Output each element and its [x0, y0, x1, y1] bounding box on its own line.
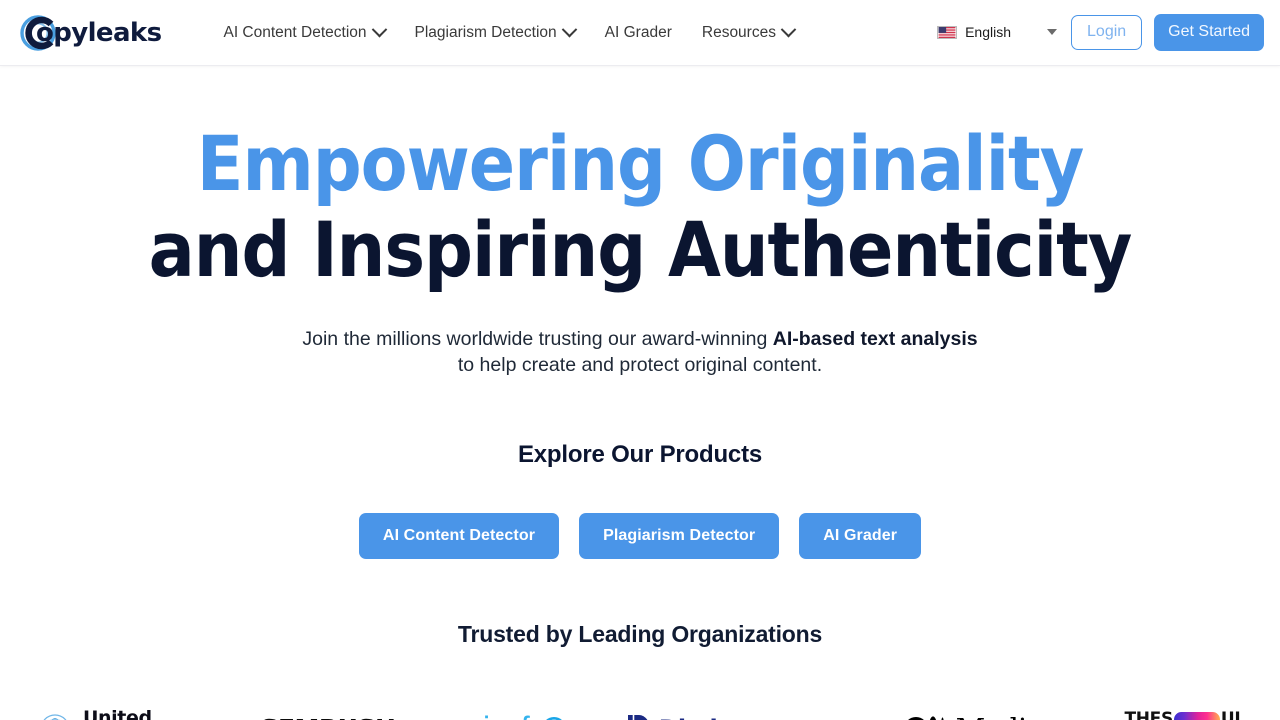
medium-mark-icon: [907, 716, 944, 720]
thesoul-publishing-logo: THES UL PUBLISHING: [1124, 700, 1245, 720]
thesoul-wordmark: THES UL PUBLISHING: [1124, 709, 1245, 720]
unicef-wordmark: unicef: [449, 710, 529, 720]
un-line-1: United: [83, 707, 152, 720]
united-nations-wordmark: United Nations: [83, 709, 162, 720]
medium-wordmark: Medium: [956, 712, 1072, 720]
dictionary-com-logo: Dictionary.com: [625, 700, 850, 720]
ai-content-detector-button[interactable]: AI Content Detector: [358, 512, 560, 559]
semrush-wordmark: SEMRUSH: [260, 714, 395, 720]
united-nations-logo: United Nations: [35, 700, 162, 720]
nav-label: AI Content Detection: [223, 23, 367, 41]
semrush-comet-icon: [235, 719, 242, 720]
page-title: Empowering Originality and Inspiring Aut…: [0, 126, 1280, 288]
explore-products-heading: Explore Our Products: [517, 440, 763, 468]
language-label: English: [965, 24, 1012, 41]
united-nations-emblem-icon: [43, 714, 67, 720]
chevron-down-icon: [780, 21, 797, 38]
nav-label: Resources: [701, 23, 776, 41]
medium-logo: Medium: [904, 700, 1071, 720]
chevron-down-icon: [371, 21, 387, 38]
unicef-logo: unicef: [449, 700, 570, 720]
copyleaks-logo-text: opyleaks: [36, 17, 162, 48]
thesoul-text-b: UL: [1220, 709, 1245, 720]
nav-item-ai-content-detection[interactable]: AI Content Detection: [223, 18, 387, 48]
login-button[interactable]: Login: [1071, 14, 1143, 51]
headline-line-2: and Inspiring Authenticity: [148, 205, 1133, 294]
main-nav: AI Content Detection Plagiarism Detectio…: [223, 18, 797, 48]
chevron-down-icon: [561, 21, 577, 38]
semrush-logo: SEMRUSH: [216, 700, 396, 720]
partner-logo-strip: United Nations SEMRUSH unicef: [0, 700, 1280, 720]
subhead-emphasis: AI-based text analysis: [772, 328, 978, 350]
caret-down-icon: [1047, 29, 1058, 36]
product-button-row: AI Content Detector Plagiarism Detector …: [0, 512, 1280, 559]
ai-grader-button[interactable]: AI Grader: [799, 512, 922, 559]
header-actions: English Login Get Started: [937, 13, 1264, 52]
dictionary-com-wordmark: Dictionary.com: [659, 715, 851, 720]
headline-line-1: Empowering Originality: [196, 119, 1085, 208]
thesoul-text-a: THES: [1124, 709, 1173, 720]
thesoul-gradient-icon: [1173, 712, 1220, 720]
nav-item-resources[interactable]: Resources: [701, 18, 797, 48]
nav-label: AI Grader: [604, 23, 672, 41]
unicef-emblem-icon: [545, 716, 563, 720]
nav-item-plagiarism-detection[interactable]: Plagiarism Detection: [414, 18, 577, 48]
nav-label: Plagiarism Detection: [414, 23, 557, 41]
nav-item-ai-grader[interactable]: AI Grader: [605, 18, 672, 48]
site-header: opyleaks AI Content Detection Plagiarism…: [0, 0, 1280, 66]
trusted-by-heading: Trusted by Leading Organizations: [457, 620, 823, 647]
us-flag-icon: [937, 25, 958, 39]
dictionary-com-mark-icon: [627, 714, 648, 720]
copyleaks-logo[interactable]: opyleaks: [18, 13, 162, 53]
subhead-prefix: Join the millions worldwide trusting our…: [302, 328, 773, 350]
hero-section: Empowering Originality and Inspiring Aut…: [0, 66, 1280, 720]
get-started-button[interactable]: Get Started: [1154, 13, 1264, 52]
subhead-line-2: to help create and protect original cont…: [457, 354, 823, 377]
plagiarism-detector-button[interactable]: Plagiarism Detector: [579, 512, 780, 559]
language-selector[interactable]: English: [937, 24, 1058, 41]
hero-subheading: Join the millions worldwide trusting our…: [0, 326, 1280, 379]
